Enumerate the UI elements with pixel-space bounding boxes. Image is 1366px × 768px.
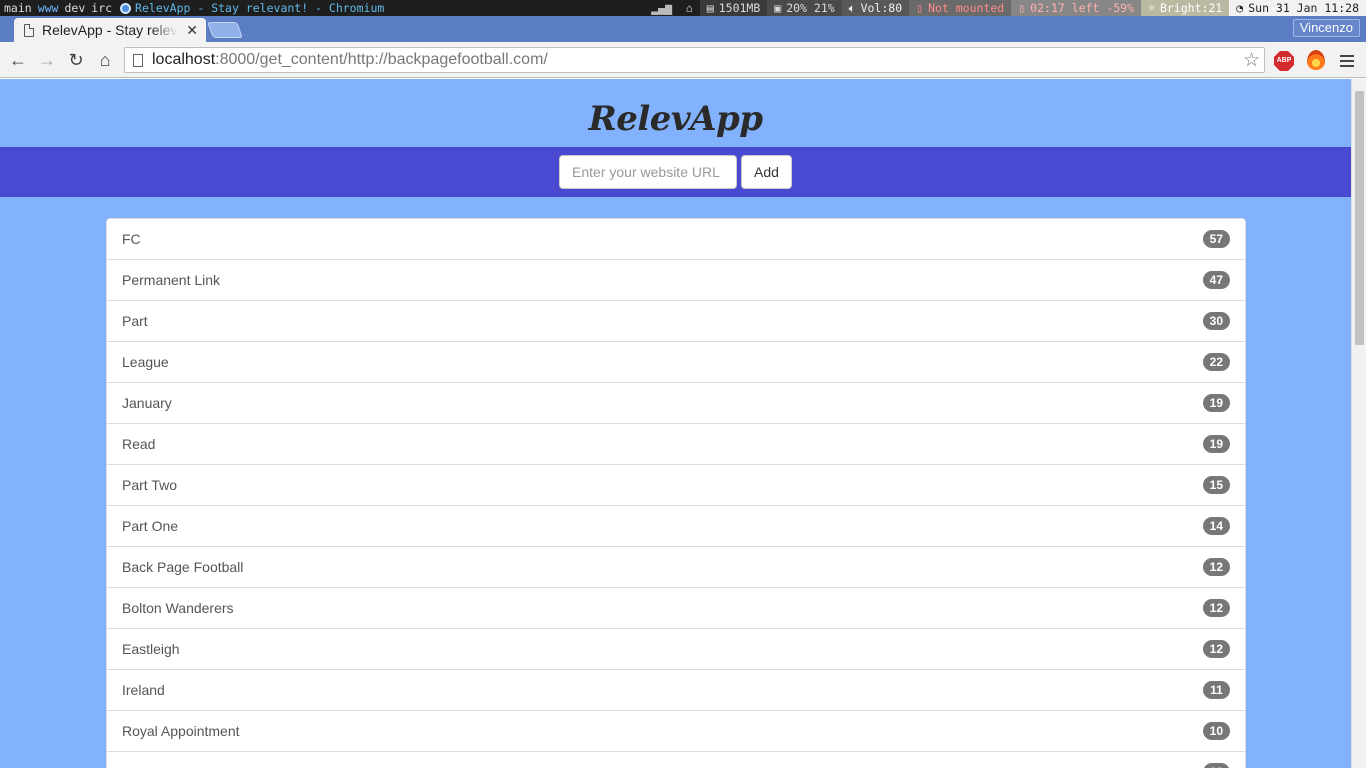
count-badge: 12 — [1202, 599, 1230, 617]
memory-indicator: ▤ 1501MB — [699, 0, 768, 16]
page-icon — [24, 23, 34, 37]
close-tab-icon[interactable]: ✕ — [186, 22, 198, 39]
list-item-label: Royal Appointment — [122, 723, 240, 739]
scrollbar-thumb[interactable] — [1355, 91, 1364, 345]
list-item-label: Ireland — [122, 682, 165, 698]
clock-icon: ◔ — [1236, 1, 1244, 15]
back-icon[interactable]: ← — [8, 50, 28, 70]
list-item-label: Part One — [122, 518, 179, 534]
menu-icon[interactable] — [1340, 52, 1354, 70]
cpu-icon: ▣ — [774, 1, 782, 15]
count-badge: 10 — [1202, 722, 1230, 740]
count-badge: 14 — [1202, 517, 1230, 535]
list-item[interactable]: Back Page Football 12 — [107, 547, 1245, 588]
workspace-main[interactable]: main — [4, 0, 32, 16]
count-badge: 12 — [1202, 640, 1230, 658]
count-badge: 15 — [1202, 476, 1230, 494]
speaker-icon: 🔈︎ — [848, 1, 856, 15]
address-bar[interactable]: localhost:8000/get_content/http://backpa… — [124, 47, 1265, 73]
mount-indicator: ▯ Not mounted — [909, 0, 1012, 16]
url-form-bar: Add — [0, 147, 1351, 197]
tab-title: RelevApp - Stay relevant! — [42, 22, 178, 38]
workspace-irc[interactable]: irc — [91, 0, 112, 16]
extension-flame-icon[interactable] — [1307, 50, 1325, 70]
url-host: localhost — [152, 51, 216, 68]
list-item[interactable]: League 22 — [107, 342, 1245, 383]
list-item[interactable]: Bolton Wanderers 12 — [107, 588, 1245, 629]
bookmark-star-icon[interactable]: ☆ — [1243, 49, 1260, 72]
battery-icon: ▯ — [1018, 1, 1026, 15]
list-item-label: Read — [122, 436, 156, 452]
list-item[interactable]: Permanent Link 47 — [107, 260, 1245, 301]
count-badge: 22 — [1202, 353, 1230, 371]
page-content: RelevApp Add FC 57 Permanent Link 47 Part 30 L… — [0, 79, 1351, 768]
list-item[interactable]: January 19 — [107, 383, 1245, 424]
chromium-icon — [120, 3, 132, 14]
app-header: RelevApp — [0, 79, 1351, 147]
memory-icon: ▤ — [706, 1, 714, 15]
list-item[interactable]: Read 19 — [107, 424, 1245, 465]
profile-button[interactable]: Vincenzo — [1292, 19, 1360, 37]
list-item[interactable]: Part Two 15 — [107, 465, 1245, 506]
volume-indicator[interactable]: 🔈︎ Vol:80 — [841, 0, 910, 16]
page-info-icon[interactable] — [133, 53, 143, 67]
cpu-indicator: ▣ 20% 21% — [767, 0, 842, 16]
list-item-label: Eastleigh — [122, 641, 180, 657]
list-item[interactable]: Eastleigh 12 — [107, 629, 1245, 670]
list-item[interactable]: Royal Appointment 10 — [107, 711, 1245, 752]
count-badge: 12 — [1202, 558, 1230, 576]
count-badge: 10 — [1202, 763, 1230, 768]
list-item[interactable]: 10 — [107, 752, 1245, 768]
count-badge: 19 — [1202, 394, 1230, 412]
list-item-label: Part Two — [122, 477, 177, 493]
list-item[interactable]: Part 30 — [107, 301, 1245, 342]
network-signal-icon: ▂▄▆ ⌂ — [651, 1, 693, 15]
list-item-label: Bolton Wanderers — [122, 600, 234, 616]
tab-strip: RelevApp - Stay relevant! ✕ Vincenzo — [0, 16, 1366, 42]
sun-icon: ☼ — [1148, 1, 1155, 15]
adblock-plus-icon[interactable]: ABP — [1274, 51, 1294, 71]
count-badge: 57 — [1202, 230, 1230, 248]
new-tab-button[interactable] — [207, 22, 243, 38]
list-item-label: January — [122, 395, 172, 411]
count-badge: 30 — [1202, 312, 1230, 330]
browser-toolbar: ← → ↻ ⌂ localhost:8000/get_content/http:… — [0, 42, 1366, 78]
count-badge: 11 — [1203, 681, 1230, 699]
vertical-scrollbar[interactable] — [1351, 79, 1366, 768]
browser-tab[interactable]: RelevApp - Stay relevant! ✕ — [14, 18, 206, 42]
url-path: :8000/get_content/http://backpagefootbal… — [215, 51, 548, 68]
reload-icon[interactable]: ↻ — [66, 50, 86, 70]
website-url-input[interactable] — [559, 155, 738, 189]
home-icon[interactable]: ⌂ — [95, 50, 115, 70]
list-item-label: FC — [122, 231, 141, 247]
active-window-title: RelevApp - Stay relevant! - Chromium — [120, 0, 384, 16]
workspace-dev[interactable]: dev — [64, 0, 85, 16]
count-badge: 19 — [1202, 435, 1230, 453]
list-item[interactable]: Part One 14 — [107, 506, 1245, 547]
brightness-indicator: ☼ Bright:21 — [1141, 0, 1230, 16]
keyword-list: FC 57 Permanent Link 47 Part 30 League 22 Januar… — [106, 218, 1246, 768]
system-status-bar: main www dev irc RelevApp - Stay relevan… — [0, 0, 1366, 16]
drive-icon: ▯ — [916, 1, 924, 15]
count-badge: 47 — [1202, 271, 1230, 289]
list-item-label: Part — [122, 313, 148, 329]
list-item[interactable]: Ireland 11 — [107, 670, 1245, 711]
forward-icon[interactable]: → — [37, 50, 57, 70]
list-item-label: Back Page Football — [122, 559, 244, 575]
battery-indicator: ▯ 02:17 left -59% — [1011, 0, 1142, 16]
list-item[interactable]: FC 57 — [107, 219, 1245, 260]
add-button[interactable]: Add — [741, 155, 792, 189]
workspace-www[interactable]: www — [38, 0, 59, 16]
list-item-label: Permanent Link — [122, 272, 221, 288]
clock: ◔ Sun 31 Jan 11:28 — [1229, 0, 1366, 16]
list-item-label: League — [122, 354, 169, 370]
